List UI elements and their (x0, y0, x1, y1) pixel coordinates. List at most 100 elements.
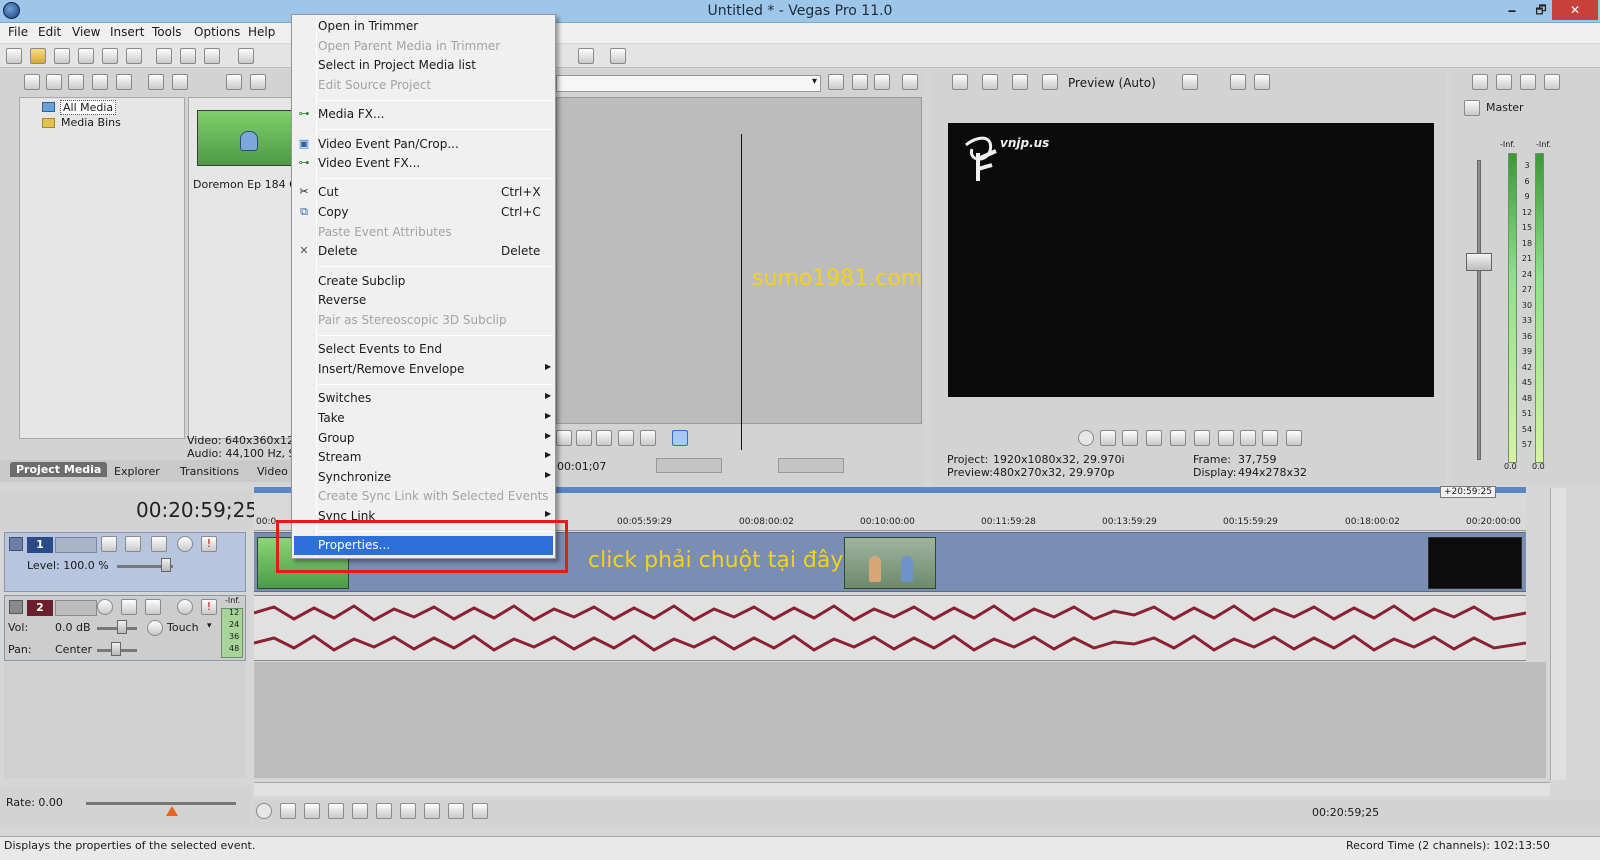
trimmer-go-start-icon[interactable] (556, 430, 572, 446)
trimmer-clear-icon[interactable] (874, 74, 890, 90)
composite-mode-icon[interactable] (101, 536, 117, 552)
menu-insert[interactable]: Insert (110, 25, 144, 39)
timeline-stop-icon[interactable] (376, 803, 392, 819)
timeline-loop-icon[interactable] (280, 803, 296, 819)
tab-transitions[interactable]: Transitions (180, 465, 239, 478)
trimmer-display-icon[interactable] (902, 74, 918, 90)
video-fx-icon[interactable] (1012, 74, 1028, 90)
trimmer-history-dropdown[interactable]: ▾ (556, 75, 821, 92)
timeline-horizontal-scrollbar[interactable] (254, 782, 1550, 796)
audio-track-lane[interactable] (254, 595, 1526, 661)
next-frame-icon[interactable] (1286, 430, 1302, 446)
menu-synchronize[interactable]: Synchronize ▶ (294, 468, 553, 487)
tree-media-bins[interactable]: Media Bins (61, 116, 121, 129)
media-thumbnail[interactable] (197, 110, 293, 166)
timeline-vertical-scrollbar[interactable] (1550, 488, 1566, 780)
timeline-next-frame-icon[interactable] (472, 803, 488, 819)
track-collapse-icon[interactable] (9, 537, 23, 551)
open-folder-icon[interactable] (30, 48, 46, 64)
video-event-thumbnail[interactable] (844, 537, 936, 589)
menu-cut[interactable]: ✂ Cut Ctrl+X (294, 183, 553, 202)
menu-select-in-project-media[interactable]: Select in Project Media list (294, 56, 553, 75)
render-icon[interactable] (102, 48, 118, 64)
menu-video-event-pan-crop[interactable]: ▣ Video Event Pan/Crop... (294, 135, 553, 154)
volume-slider-thumb[interactable] (117, 620, 127, 634)
get-media-web-icon[interactable] (68, 74, 84, 90)
solo-icon[interactable]: ! (201, 536, 217, 552)
video-event-end[interactable] (1428, 537, 1522, 589)
trimmer-out-field[interactable] (778, 458, 844, 473)
minimize-button[interactable]: 🗕 (1498, 0, 1526, 20)
track-fx-icon[interactable] (151, 536, 167, 552)
search-media-icon[interactable] (116, 74, 132, 90)
menu-delete[interactable]: ✕ Delete Delete (294, 242, 553, 261)
capture-icon[interactable] (46, 74, 62, 90)
new-project-icon[interactable] (6, 48, 22, 64)
menu-copy[interactable]: ⧉ Copy Ctrl+C (294, 203, 553, 222)
audio-track-header[interactable]: 2 ! -Inf. 12 24 36 48 Vol: 0.0 dB Touch … (4, 595, 246, 661)
menu-edit[interactable]: Edit (38, 25, 61, 39)
menu-stream[interactable]: Stream ▶ (294, 448, 553, 467)
trimmer-cursor[interactable] (741, 134, 742, 450)
timeline-pause-icon[interactable] (352, 803, 368, 819)
video-level-slider-thumb[interactable] (161, 558, 171, 572)
trimmer-plugin-icon[interactable] (852, 74, 868, 90)
video-track-name-field[interactable] (55, 537, 97, 553)
master-bus-icon[interactable] (1464, 100, 1480, 116)
tab-explorer[interactable]: Explorer (114, 465, 160, 478)
save-icon[interactable] (54, 48, 70, 64)
timeline-record-icon[interactable] (256, 803, 272, 819)
media-properties-icon[interactable] (172, 74, 188, 90)
split-screen-icon[interactable] (1042, 74, 1058, 90)
whats-this-help-icon[interactable] (610, 48, 626, 64)
rate-slider-thumb[interactable] (166, 806, 178, 816)
play-from-start-icon[interactable] (1122, 430, 1138, 446)
audio-mute-icon[interactable] (177, 599, 193, 615)
dim-output-icon[interactable] (1520, 74, 1536, 90)
video-track-header[interactable]: 1 ! Level: 100.0 % (4, 532, 246, 592)
master-fader-handle[interactable] (1466, 253, 1492, 271)
save-as-icon[interactable] (78, 48, 94, 64)
menu-create-subclip[interactable]: Create Subclip (294, 272, 553, 291)
stop-icon[interactable] (1194, 430, 1210, 446)
go-start-icon[interactable] (1218, 430, 1234, 446)
trimmer-prev-frame-icon[interactable] (576, 430, 592, 446)
timeline-go-start-icon[interactable] (400, 803, 416, 819)
go-end-icon[interactable] (1240, 430, 1256, 446)
close-button[interactable]: ✕ (1552, 0, 1598, 20)
automation-icon[interactable] (147, 620, 163, 636)
menu-open-in-trimmer[interactable]: Open in Trimmer (294, 17, 553, 36)
trimmer-forward-icon[interactable] (640, 430, 656, 446)
menu-take[interactable]: Take ▶ (294, 409, 553, 428)
trimmer-rewind-icon[interactable] (618, 430, 634, 446)
timeline-prev-frame-icon[interactable] (448, 803, 464, 819)
copy-icon[interactable] (180, 48, 196, 64)
timeline-empty-area[interactable] (254, 662, 1546, 778)
refresh-icon[interactable] (92, 74, 108, 90)
trimmer-next-frame-icon[interactable] (596, 430, 612, 446)
menu-help[interactable]: Help (248, 25, 275, 39)
menu-insert-remove-envelope[interactable]: Insert/Remove Envelope ▶ (294, 360, 553, 379)
pan-slider-thumb[interactable] (111, 642, 121, 656)
stop-preview-icon[interactable] (250, 74, 266, 90)
chevron-down-icon[interactable]: ▾ (207, 621, 212, 631)
menu-switches[interactable]: Switches ▶ (294, 389, 553, 408)
menu-group[interactable]: Group ▶ (294, 429, 553, 448)
menu-media-fx[interactable]: ⊶ Media FX... (294, 105, 553, 124)
timeline-play-icon[interactable] (328, 803, 344, 819)
maximize-button[interactable]: 🗗 (1527, 0, 1555, 20)
play-icon[interactable] (1146, 430, 1162, 446)
master-fader-track[interactable] (1477, 160, 1481, 460)
mixer-view-icon[interactable] (1544, 74, 1560, 90)
master-properties-icon[interactable] (1472, 74, 1488, 90)
loop-icon[interactable] (1100, 430, 1116, 446)
copy-snapshot-icon[interactable] (1230, 74, 1246, 90)
menu-options[interactable]: Options (194, 25, 240, 39)
invert-phase-icon[interactable] (121, 599, 137, 615)
automation-mode[interactable]: Touch (167, 621, 199, 634)
tree-all-media[interactable]: All Media (60, 100, 117, 115)
timeline-go-end-icon[interactable] (424, 803, 440, 819)
remove-media-icon[interactable] (148, 74, 164, 90)
preview-quality-dropdown[interactable]: Preview (Auto) (1068, 76, 1156, 90)
properties-icon[interactable] (126, 48, 142, 64)
